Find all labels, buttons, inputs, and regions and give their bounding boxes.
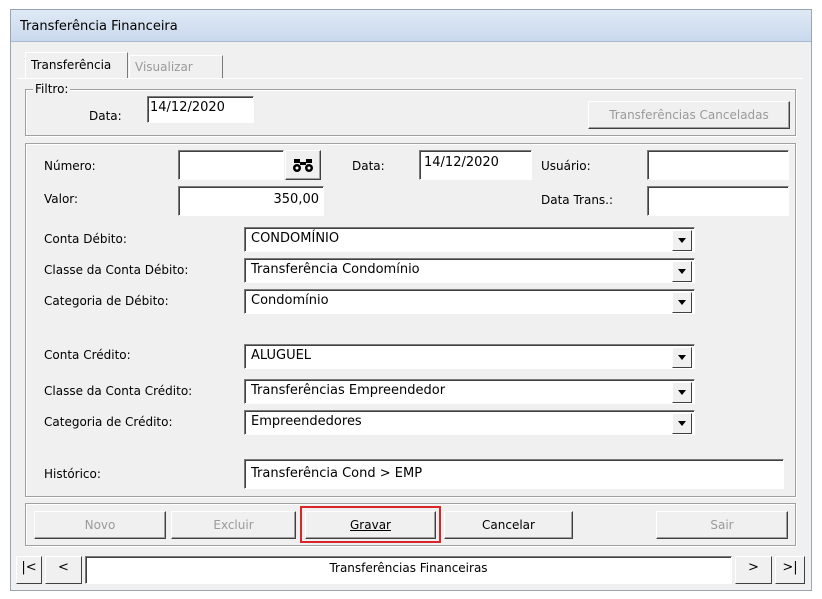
new-button[interactable]: Novo bbox=[34, 511, 166, 539]
nav-prev-button[interactable]: < bbox=[45, 556, 82, 584]
history-value: Transferência Cond > EMP bbox=[251, 466, 423, 481]
credit-category-label: Categoria de Crédito: bbox=[44, 415, 173, 429]
transfer-date-field[interactable] bbox=[647, 186, 789, 216]
debit-account-label: Conta Débito: bbox=[44, 232, 127, 246]
window-title: Transferência Financeira bbox=[20, 19, 178, 34]
nav-last-button[interactable]: >| bbox=[775, 556, 805, 584]
tab-transferencia[interactable]: Transferência bbox=[25, 52, 128, 78]
debit-class-label: Classe da Conta Débito: bbox=[44, 263, 189, 277]
credit-category-select[interactable]: Empreendedores bbox=[244, 410, 695, 435]
chevron-down-icon bbox=[678, 300, 686, 305]
credit-category-value: Empreendedores bbox=[251, 414, 362, 429]
credit-account-value: ALUGUEL bbox=[251, 348, 312, 363]
save-button-highlight bbox=[300, 506, 441, 543]
credit-account-dropdown-button[interactable] bbox=[672, 347, 692, 368]
debit-class-select[interactable]: Transferência Condomínio bbox=[244, 258, 695, 283]
credit-class-dropdown-button[interactable] bbox=[672, 382, 692, 403]
credit-class-select[interactable]: Transferências Empreendedor bbox=[244, 379, 695, 404]
debit-category-label: Categoria de Débito: bbox=[44, 294, 169, 308]
credit-class-value: Transferências Empreendedor bbox=[251, 383, 446, 398]
debit-category-value: Condomínio bbox=[251, 293, 329, 308]
credit-account-label: Conta Crédito: bbox=[44, 348, 131, 362]
tab-visualizar-label: Visualizar bbox=[135, 60, 193, 74]
credit-category-dropdown-button[interactable] bbox=[672, 413, 692, 434]
exit-button[interactable]: Sair bbox=[656, 511, 788, 539]
user-field[interactable] bbox=[647, 150, 789, 180]
debit-account-dropdown-button[interactable] bbox=[672, 230, 692, 251]
chevron-down-icon bbox=[678, 390, 686, 395]
debit-account-select[interactable]: CONDOMÍNIO bbox=[244, 227, 695, 252]
search-button[interactable] bbox=[285, 150, 321, 180]
number-label: Número: bbox=[44, 159, 96, 173]
binoculars-icon bbox=[293, 159, 313, 172]
credit-class-label: Classe da Conta Crédito: bbox=[44, 384, 193, 398]
debit-category-select[interactable]: Condomínio bbox=[244, 289, 695, 314]
nav-caption: Transferências Financeiras bbox=[329, 561, 488, 575]
history-label: Histórico: bbox=[44, 467, 101, 481]
tab-divider bbox=[17, 78, 803, 79]
credit-account-select[interactable]: ALUGUEL bbox=[244, 344, 695, 369]
chevron-down-icon bbox=[678, 421, 686, 426]
chevron-down-icon bbox=[678, 355, 686, 360]
transfer-date-label: Data Trans.: bbox=[541, 193, 614, 207]
history-input[interactable]: Transferência Cond > EMP bbox=[244, 459, 784, 489]
chevron-down-icon bbox=[678, 238, 686, 243]
value-value: 350,00 bbox=[273, 192, 320, 207]
nav-first-button[interactable]: |< bbox=[16, 556, 42, 584]
filter-date-label: Data: bbox=[89, 109, 122, 123]
date-field[interactable]: 14/12/2020 bbox=[419, 150, 532, 180]
delete-button[interactable]: Excluir bbox=[171, 511, 296, 539]
date-value: 14/12/2020 bbox=[424, 155, 499, 170]
user-label: Usuário: bbox=[541, 159, 591, 173]
transferencias-canceladas-button[interactable]: Transferências Canceladas bbox=[588, 101, 790, 129]
debit-class-value: Transferência Condomínio bbox=[251, 262, 420, 277]
cancel-button[interactable]: Cancelar bbox=[444, 511, 573, 539]
tab-transferencia-label: Transferência bbox=[31, 58, 112, 72]
date-label: Data: bbox=[352, 159, 385, 173]
value-field[interactable]: 350,00 bbox=[178, 186, 324, 216]
nav-caption-field: Transferências Financeiras bbox=[85, 556, 732, 584]
value-label: Valor: bbox=[44, 192, 79, 206]
debit-class-dropdown-button[interactable] bbox=[672, 261, 692, 282]
filter-date-value: 14/12/2020 bbox=[150, 100, 225, 115]
tab-visualizar[interactable]: Visualizar bbox=[129, 55, 223, 78]
nav-next-button[interactable]: > bbox=[735, 556, 772, 584]
chevron-down-icon bbox=[678, 269, 686, 274]
debit-account-value: CONDOMÍNIO bbox=[251, 231, 340, 246]
number-field[interactable] bbox=[178, 150, 284, 180]
filter-date-field[interactable]: 14/12/2020 bbox=[147, 96, 254, 123]
filter-legend: Filtro: bbox=[33, 82, 71, 96]
debit-category-dropdown-button[interactable] bbox=[672, 292, 692, 313]
